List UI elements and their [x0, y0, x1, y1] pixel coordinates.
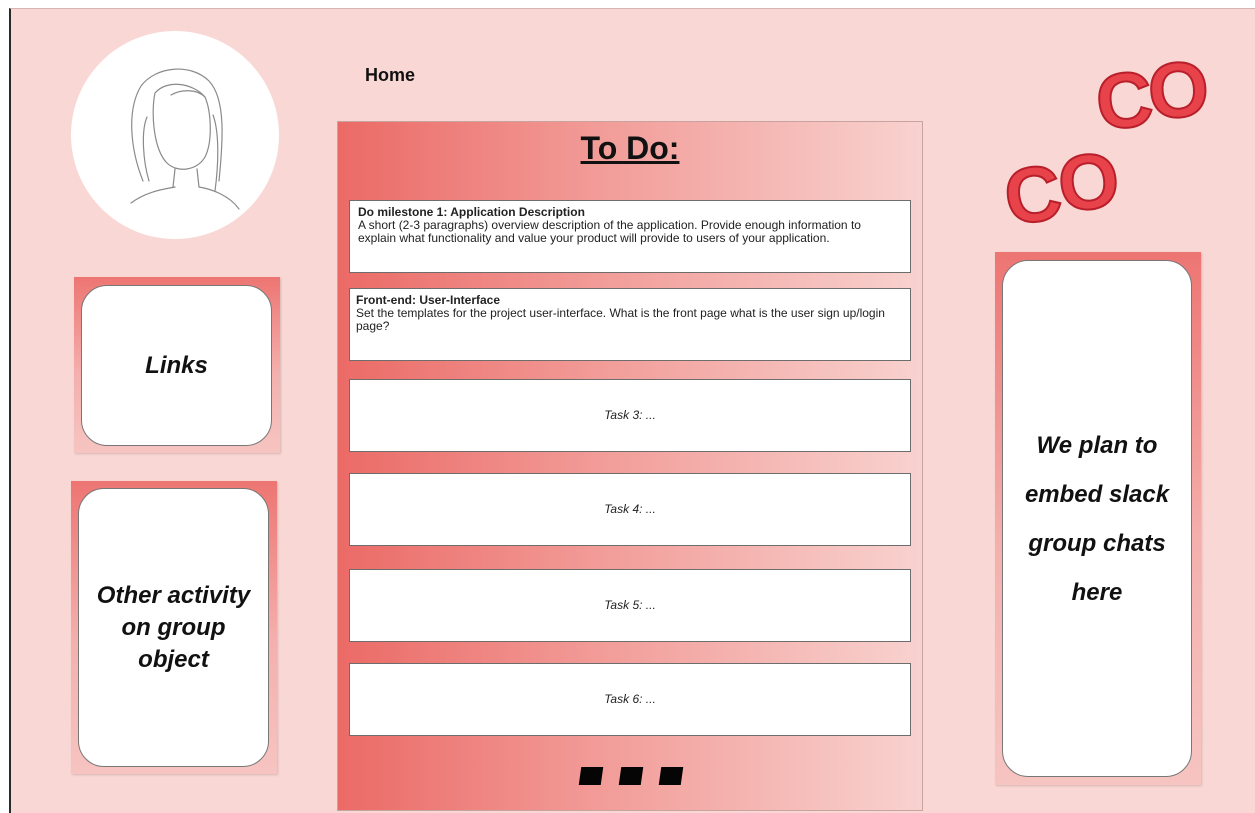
task-label: Task 5: ...: [604, 598, 656, 612]
task-description: A short (2-3 paragraphs) overview descri…: [358, 218, 861, 245]
svg-text:O: O: [1145, 44, 1212, 136]
home-nav-link[interactable]: Home: [365, 65, 415, 86]
more-tasks-indicator[interactable]: [578, 767, 684, 785]
task-item[interactable]: Do milestone 1: Application Description …: [349, 200, 911, 273]
task-item[interactable]: Task 4: ...: [349, 473, 911, 546]
task-item[interactable]: Task 5: ...: [349, 569, 911, 642]
links-card[interactable]: Links: [81, 285, 272, 446]
more-dot-icon: [658, 767, 684, 785]
task-description: Set the templates for the project user-i…: [356, 306, 885, 333]
todo-title: To Do:: [580, 130, 680, 166]
chat-panel: We plan to embed slack group chats here: [995, 252, 1201, 785]
svg-text:O: O: [1054, 135, 1124, 229]
task-label: Task 3: ...: [604, 408, 656, 422]
slack-chat-placeholder[interactable]: We plan to embed slack group chats here: [1002, 260, 1192, 777]
coco-logo: C O C O: [996, 29, 1226, 244]
task-label: Task 4: ...: [604, 502, 656, 516]
more-dot-icon: [618, 767, 644, 785]
more-dot-icon: [578, 767, 604, 785]
task-item[interactable]: Task 3: ...: [349, 379, 911, 452]
task-item[interactable]: Front-end: User-Interface Set the templa…: [349, 288, 911, 361]
group-activity-card[interactable]: Other activity on group object: [78, 488, 269, 767]
avatar-sketch-icon: [130, 68, 240, 210]
task-label: Task 6: ...: [604, 692, 656, 706]
activity-panel: Other activity on group object: [71, 481, 277, 774]
task-item[interactable]: Task 6: ...: [349, 663, 911, 736]
todo-panel: To Do: Do milestone 1: Application Descr…: [337, 121, 923, 811]
page-canvas: Home C O C O Links Other activity on gro…: [9, 8, 1255, 813]
user-avatar[interactable]: [71, 31, 279, 239]
links-panel: Links: [74, 277, 280, 453]
